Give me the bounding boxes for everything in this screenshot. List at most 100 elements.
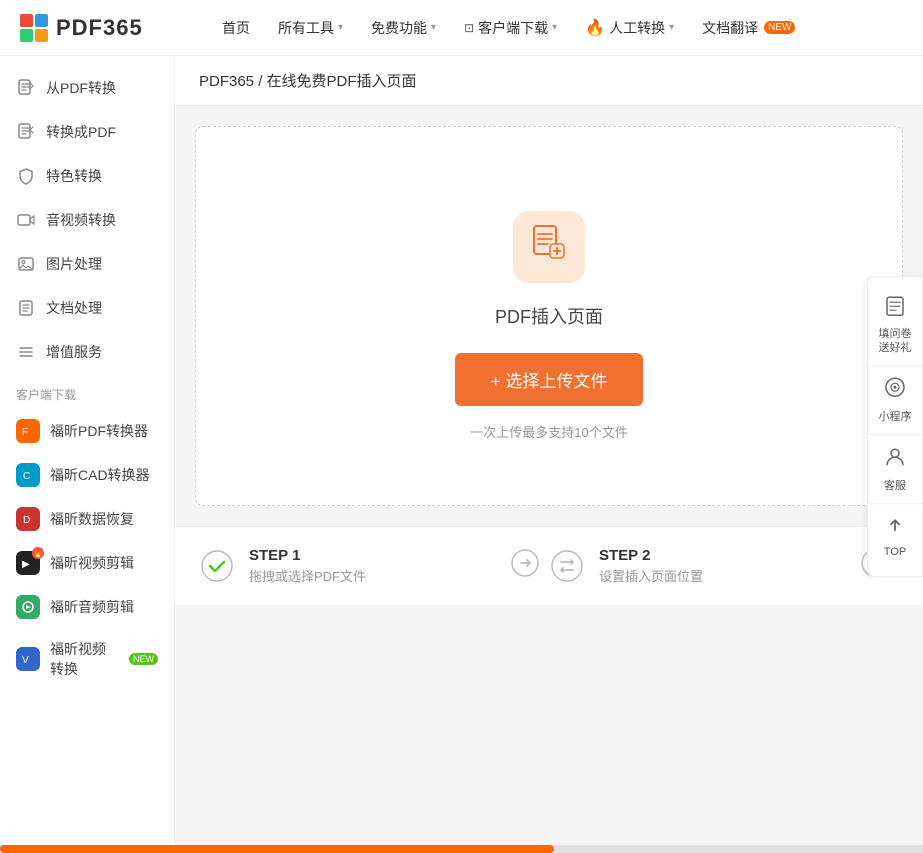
step-2-text: STEP 2 设置插入页面位置 xyxy=(599,547,703,585)
fire-icon: 🔥 xyxy=(585,18,605,38)
nav-all-tools[interactable]: 所有工具 ▾ xyxy=(266,12,355,44)
step-1-text: STEP 1 拖拽或选择PDF文件 xyxy=(249,547,366,585)
client-download-title: 客户端下载 xyxy=(0,374,174,409)
chevron-down-icon: ▾ xyxy=(552,22,557,33)
svg-text:D: D xyxy=(23,515,30,526)
sidebar-label: 增值服务 xyxy=(46,342,102,362)
step-1-item: STEP 1 拖拽或选择PDF文件 xyxy=(199,547,501,585)
new-badge: NEW xyxy=(764,21,795,34)
monitor-icon: ⊡ xyxy=(464,21,474,35)
sidebar-client-foxit-video-edit[interactable]: ▶ 🔥 福昕视频剪辑 xyxy=(0,541,174,585)
step-bar: STEP 1 拖拽或选择PDF文件 STEP 2 设置插入页面位置 xyxy=(175,526,923,605)
sidebar-label: 转换成PDF xyxy=(46,122,116,142)
sidebar-item-doc-process[interactable]: 文档处理 xyxy=(0,286,174,330)
customer-service-button[interactable]: 客服 xyxy=(868,435,922,504)
upload-icon-box xyxy=(513,211,585,283)
breadcrumb: PDF365 / 在线免费PDF插入页面 xyxy=(175,56,923,106)
image-icon xyxy=(16,254,36,274)
step-1-check-icon xyxy=(199,548,235,584)
top-button[interactable]: TOP xyxy=(868,504,922,568)
client-label: 福昕音频剪辑 xyxy=(50,597,134,617)
client-label: 福昕PDF转换器 xyxy=(50,421,148,441)
nav-items: 首页 所有工具 ▾ 免费功能 ▾ ⊡ 客户端下载 ▾ 🔥 人工转换 ▾ 文档翻译… xyxy=(210,12,903,44)
nav-home[interactable]: 首页 xyxy=(210,12,262,44)
step-1-label: STEP 1 xyxy=(249,547,366,564)
sidebar-item-to-pdf[interactable]: 转换成PDF xyxy=(0,110,174,154)
sidebar-label: 图片处理 xyxy=(46,254,102,274)
bottom-scrollbar[interactable] xyxy=(0,845,923,853)
top-arrow-icon xyxy=(884,514,906,542)
svg-text:V: V xyxy=(22,655,29,666)
upload-button[interactable]: + 选择上传文件 xyxy=(455,353,644,406)
nav-human-convert[interactable]: 🔥 人工转换 ▾ xyxy=(573,12,686,44)
scrollbar-thumb xyxy=(0,845,554,853)
logo-text: PDF365 xyxy=(56,15,143,41)
from-pdf-icon xyxy=(16,78,36,98)
sidebar-client-foxit-audio[interactable]: 福昕音频剪辑 xyxy=(0,585,174,629)
chevron-down-icon: ▾ xyxy=(431,22,436,33)
questionnaire-button[interactable]: 填问卷送好礼 xyxy=(868,285,922,367)
step-2-swap-icon xyxy=(549,548,585,584)
sidebar-client-foxit-cad[interactable]: C 福昕CAD转换器 xyxy=(0,453,174,497)
step-2-desc: 设置插入页面位置 xyxy=(599,566,703,585)
logo-icon xyxy=(20,14,48,42)
sidebar-item-value-service[interactable]: 增值服务 xyxy=(0,330,174,374)
miniprogram-button[interactable]: 小程序 xyxy=(868,366,922,435)
logo-area[interactable]: PDF365 xyxy=(20,14,180,42)
foxit-video-convert-icon: V xyxy=(16,647,40,671)
menu-icon xyxy=(16,342,36,362)
sidebar-label: 从PDF转换 xyxy=(46,78,116,98)
content-area: PDF365 / 在线免费PDF插入页面 PDF插入页面 + 选择上传文件 一次… xyxy=(175,56,923,853)
doc-icon xyxy=(16,298,36,318)
nav-free-features[interactable]: 免费功能 ▾ xyxy=(359,12,448,44)
upload-hint: 一次上传最多支持10个文件 xyxy=(470,422,627,441)
sidebar-client-foxit-recovery[interactable]: D 福昕数据恢复 xyxy=(0,497,174,541)
to-pdf-icon xyxy=(16,122,36,142)
right-panel: 填问卷送好礼 小程序 客服 TOP xyxy=(867,276,923,578)
questionnaire-icon xyxy=(884,295,906,323)
hot-badge: 🔥 xyxy=(32,547,44,559)
nav-doc-translate[interactable]: 文档翻译 NEW xyxy=(690,12,807,44)
svg-text:▶: ▶ xyxy=(22,559,30,570)
sidebar-item-from-pdf[interactable]: 从PDF转换 xyxy=(0,66,174,110)
chevron-down-icon: ▾ xyxy=(669,22,674,33)
sidebar-client-foxit-video-convert[interactable]: V 福昕视频转换 NEW xyxy=(0,629,174,689)
sidebar-label: 音视频转换 xyxy=(46,210,116,230)
client-label: 福昕CAD转换器 xyxy=(50,465,150,485)
step-1-desc: 拖拽或选择PDF文件 xyxy=(249,566,366,585)
upload-container: PDF插入页面 + 选择上传文件 一次上传最多支持10个文件 xyxy=(195,126,903,506)
sidebar-label: 特色转换 xyxy=(46,166,102,186)
client-label: 福昕数据恢复 xyxy=(50,509,134,529)
step-2-item: STEP 2 设置插入页面位置 xyxy=(549,547,851,585)
upload-title: PDF插入页面 xyxy=(495,303,603,329)
video-icon xyxy=(16,210,36,230)
nav-download[interactable]: ⊡ 客户端下载 ▾ xyxy=(452,12,569,44)
client-label: 福昕视频转换 xyxy=(50,639,117,679)
sidebar-label: 文档处理 xyxy=(46,298,102,318)
pdf-insert-icon xyxy=(530,224,568,270)
sidebar-client-foxit-pdf[interactable]: F 福昕PDF转换器 xyxy=(0,409,174,453)
svg-text:F: F xyxy=(22,427,28,438)
svg-text:C: C xyxy=(23,471,30,482)
sidebar-item-image-process[interactable]: 图片处理 xyxy=(0,242,174,286)
upload-button-label: + 选择上传文件 xyxy=(491,367,608,392)
customer-service-icon xyxy=(884,445,906,473)
sidebar-item-special-convert[interactable]: 特色转换 xyxy=(0,154,174,198)
questionnaire-label: 填问卷送好礼 xyxy=(879,327,912,356)
main-layout: 从PDF转换 转换成PDF 特色转换 音视频转换 图片处理 xyxy=(0,56,923,853)
step-2-label: STEP 2 xyxy=(599,547,703,564)
chevron-down-icon: ▾ xyxy=(338,22,343,33)
miniprogram-label: 小程序 xyxy=(879,408,912,424)
foxit-cad-icon: C xyxy=(16,463,40,487)
top-navigation: PDF365 首页 所有工具 ▾ 免费功能 ▾ ⊡ 客户端下载 ▾ 🔥 人工转换… xyxy=(0,0,923,56)
foxit-recovery-icon: D xyxy=(16,507,40,531)
step-separator-icon xyxy=(511,549,539,583)
top-label: TOP xyxy=(884,546,906,558)
customer-service-label: 客服 xyxy=(884,477,906,493)
sidebar-item-av-convert[interactable]: 音视频转换 xyxy=(0,198,174,242)
miniprogram-icon xyxy=(884,376,906,404)
foxit-pdf-icon: F xyxy=(16,419,40,443)
new-badge: NEW xyxy=(129,653,158,665)
foxit-video-icon-wrap: ▶ 🔥 xyxy=(16,551,40,575)
sidebar: 从PDF转换 转换成PDF 特色转换 音视频转换 图片处理 xyxy=(0,56,175,853)
